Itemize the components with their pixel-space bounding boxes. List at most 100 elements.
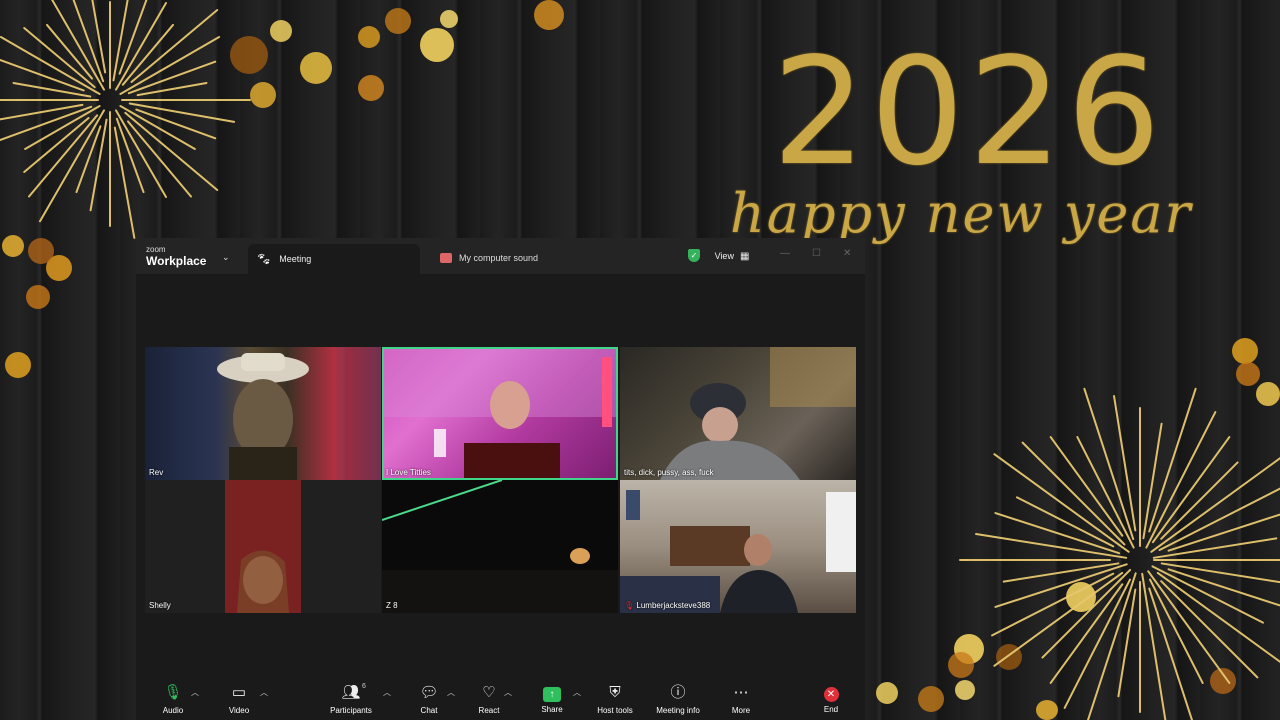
share-button[interactable]: ↑ Share (537, 680, 567, 720)
participant-name: I Love Titties (386, 468, 431, 477)
more-options-icon: ⋯ (733, 684, 749, 701)
minimize-icon[interactable]: — (780, 248, 790, 259)
firework-ray (975, 533, 1128, 559)
participant-count: 6 (362, 683, 366, 690)
view-label: View (714, 251, 734, 261)
firework-ray (1156, 571, 1280, 663)
end-label: End (823, 704, 839, 714)
chat-label: Chat (420, 706, 438, 715)
share-options-caret[interactable]: ︿ (573, 687, 581, 698)
mic-muted-icon: 🎙︎ (624, 601, 635, 610)
participants-button[interactable]: 👥︎ Participants (324, 680, 378, 720)
meeting-controls: 🎙︎ Audio ︿ ▭ Video ︿ 👥︎ Participants 6 ︿… (136, 680, 865, 720)
video-tile[interactable]: 🎙︎ Lumberjacksteve388 (620, 480, 856, 613)
title-bar: zoom Workplace ⌄ 🐾︎ Meeting My computer … (136, 238, 865, 274)
encryption-shield-icon[interactable]: ✓ (688, 249, 700, 262)
audio-button[interactable]: 🎙︎ Audio (156, 680, 190, 720)
video-tile[interactable]: Shelly (145, 480, 381, 613)
firework-ray (1167, 568, 1280, 607)
firework-ray (115, 117, 145, 194)
paw-icon: 🐾︎ (256, 252, 272, 266)
video-tile[interactable]: Rev (145, 347, 381, 480)
firework-ray (1141, 572, 1167, 720)
firework-ray (1021, 441, 1126, 546)
chevron-down-icon[interactable]: ⌄ (222, 252, 230, 263)
video-tile[interactable]: Z 8 (382, 480, 618, 613)
new-year-greeting: happy new year (730, 182, 1193, 245)
chat-button[interactable]: 💬︎ Chat (414, 680, 444, 720)
chat-bubble-icon: 💬︎ (419, 684, 439, 701)
audio-options-caret[interactable]: ︿ (191, 687, 199, 698)
video-label: Video (228, 706, 250, 715)
host-tools-label: Host tools (597, 706, 633, 715)
bokeh-dot (358, 75, 384, 101)
share-label: Share (541, 704, 563, 714)
firework-ray (0, 58, 85, 92)
tab-meeting-label: Meeting (279, 254, 312, 264)
chat-options-caret[interactable]: ︿ (447, 687, 455, 698)
react-button[interactable]: ♡ React (474, 680, 504, 720)
firework-ray (0, 103, 84, 121)
bokeh-dot (534, 0, 564, 30)
audio-label: Audio (162, 706, 184, 715)
react-label: React (478, 706, 500, 715)
sound-tab-label: My computer sound (459, 253, 539, 263)
participant-name: Shelly (149, 601, 171, 610)
video-tile-active-speaker[interactable]: I Love Titties (382, 347, 618, 480)
react-options-caret[interactable]: ︿ (504, 687, 512, 698)
tab-meeting[interactable]: 🐾︎ Meeting (248, 244, 420, 274)
firework-top-left (0, 0, 251, 239)
firework-ray (39, 109, 105, 223)
firework-bottom-right (959, 387, 1280, 720)
zoom-meeting-window: zoom Workplace ⌄ 🐾︎ Meeting My computer … (136, 238, 865, 720)
participant-video (620, 490, 856, 613)
firework-ray (118, 0, 148, 75)
meeting-info-label: Meeting info (656, 706, 700, 715)
participant-video (217, 347, 381, 480)
firework-ray (1041, 568, 1132, 659)
close-icon[interactable]: ✕ (843, 248, 851, 259)
participant-video (382, 347, 618, 480)
firework-ray (1117, 588, 1137, 698)
participant-name: tits, dick, pussy, ass, fuck (624, 468, 714, 477)
maximize-icon[interactable]: ☐ (812, 248, 821, 259)
bokeh-dot (385, 8, 411, 34)
participant-video (382, 480, 618, 613)
zoom-workplace-logo[interactable]: zoom Workplace (146, 246, 207, 268)
grid-icon: ▦ (739, 250, 750, 262)
microphone-icon: 🎙︎ (163, 684, 183, 701)
participant-name: Z 8 (386, 601, 398, 610)
host-tools-button[interactable]: ⛨ Host tools (592, 680, 638, 720)
firework-ray (1152, 537, 1278, 559)
video-button[interactable]: ▭ Video (222, 680, 256, 720)
firework-ray (1151, 436, 1231, 544)
computer-sound-indicator[interactable]: My computer sound (440, 248, 538, 268)
participant-name: Rev (149, 468, 164, 477)
shield-icon: ⛨ (609, 684, 621, 701)
participant-name: 🎙︎ Lumberjacksteve388 (624, 601, 711, 610)
firework-ray (135, 108, 217, 140)
video-options-caret[interactable]: ︿ (260, 687, 268, 698)
firework-ray (993, 453, 1130, 553)
firework-ray (1160, 562, 1280, 584)
meeting-info-button[interactable]: ⓘ Meeting info (650, 680, 706, 720)
bokeh-dot (420, 28, 454, 62)
firework-ray (91, 0, 107, 74)
participants-options-caret[interactable]: ︿ (383, 687, 391, 698)
brand-main-text: Workplace (146, 254, 207, 268)
firework-ray (1167, 513, 1280, 552)
more-button[interactable]: ⋯ More (726, 680, 756, 720)
heart-icon: ♡ (482, 684, 496, 701)
bokeh-dot (440, 10, 458, 28)
bokeh-dot (358, 26, 380, 48)
end-meeting-button[interactable]: ✕ End (818, 680, 844, 720)
more-label: More (731, 706, 751, 715)
firework-ray (1147, 570, 1231, 684)
view-button[interactable]: View ▦ (706, 246, 758, 266)
participant-video (225, 480, 301, 613)
video-tile[interactable]: tits, dick, pussy, ass, fuck (620, 347, 856, 480)
end-call-icon: ✕ (823, 686, 839, 702)
share-screen-icon: ↑ (543, 686, 561, 702)
video-camera-icon: ▭ (231, 684, 247, 701)
participants-label: Participants (330, 706, 372, 715)
